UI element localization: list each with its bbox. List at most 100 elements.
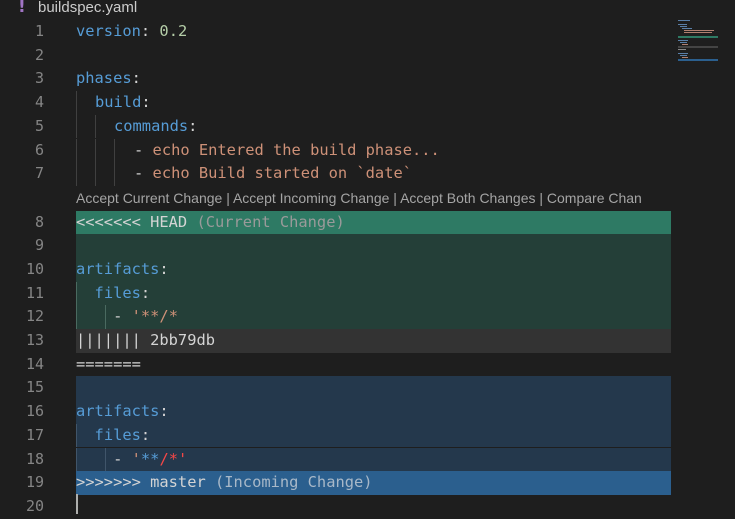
indent-guide <box>76 281 77 306</box>
line-number: 17 <box>25 425 44 444</box>
merge-conflict-codelens: Accept Current Change | Accept Incoming … <box>76 187 676 209</box>
conflict-current-body: files: <box>76 281 671 306</box>
code-line-18[interactable]: 18 - '**/*' <box>0 447 680 472</box>
code-line-12[interactable]: 12 - '**/* <box>0 305 680 329</box>
line-number: 7 <box>34 164 44 183</box>
indent-guide <box>76 305 77 329</box>
indent-guide <box>95 162 96 186</box>
compare-changes-link[interactable]: Compare Chan <box>547 190 642 206</box>
conflict-incoming-body: - '**/*' <box>76 447 671 472</box>
list-dash: - <box>113 449 132 468</box>
exclamation-icon: ! <box>18 0 26 17</box>
yaml-key: files <box>94 425 141 444</box>
conflict-marker: <<<<<<< HEAD <box>76 212 188 231</box>
code-line-9[interactable]: 9 <box>0 234 680 258</box>
yaml-key: build <box>95 93 142 112</box>
code-line-15[interactable]: 15 <box>0 376 680 401</box>
conflict-incoming-header: >>>>>>> master (Incoming Change) <box>76 471 671 495</box>
line-number: 12 <box>25 307 44 326</box>
line-number: 4 <box>34 93 44 112</box>
colon: : <box>159 259 169 278</box>
list-dash: - <box>134 140 153 159</box>
colon: : <box>140 425 151 444</box>
code-line-11[interactable]: 11 files: <box>0 281 680 306</box>
code-line-17[interactable]: 17 files: <box>0 423 680 448</box>
indent-guide <box>76 91 77 115</box>
line-number: 6 <box>34 140 44 159</box>
indent-guide <box>76 114 77 139</box>
yaml-string-rest: /*' <box>159 449 188 468</box>
conflict-incoming-body: files: <box>76 423 671 448</box>
colon: : <box>140 22 160 40</box>
line-number: 2 <box>34 45 44 64</box>
yaml-string: echo Entered the build phase... <box>152 140 440 159</box>
line-number: 8 <box>34 212 44 231</box>
line-number: 3 <box>34 69 44 88</box>
conflict-incoming-body <box>76 376 671 401</box>
colon: : <box>188 116 198 135</box>
code-line-2[interactable]: 2 <box>0 44 680 68</box>
indent-guide <box>76 162 77 186</box>
line-number: 13 <box>25 331 44 349</box>
editor-tab[interactable]: ! buildspec.yaml <box>0 0 735 18</box>
yaml-key: artifacts <box>76 259 160 278</box>
line-number: 14 <box>25 354 44 373</box>
conflict-separator: ======= <box>76 353 671 377</box>
code-line-7[interactable]: 7 - echo Build started on `date` <box>0 162 680 186</box>
colon: : <box>131 69 141 88</box>
line-number: 20 <box>25 496 44 515</box>
accept-both-changes-link[interactable]: Accept Both Changes <box>400 190 535 206</box>
code-line-6[interactable]: 6 - echo Entered the build phase... <box>0 138 680 163</box>
line-number: 5 <box>34 116 44 135</box>
accept-incoming-change-link[interactable]: Accept Incoming Change <box>233 190 389 206</box>
list-dash: - <box>113 307 132 326</box>
accept-current-change-link[interactable]: Accept Current Change <box>76 190 222 206</box>
yaml-string-stars: ** <box>140 449 160 468</box>
code-line-5[interactable]: 5 commands: <box>0 114 680 139</box>
indent-guide <box>105 447 106 472</box>
line-number: 11 <box>25 283 44 302</box>
indent-guide <box>76 138 77 163</box>
codelens-separator: | <box>389 190 401 206</box>
line-number: 1 <box>34 22 44 40</box>
text-cursor <box>76 494 78 514</box>
conflict-label: (Incoming Change) <box>205 473 373 492</box>
conflict-label: (Current Change) <box>187 212 345 231</box>
indent-guide <box>114 162 115 186</box>
code-line-10[interactable]: 10 artifacts: <box>0 257 680 282</box>
conflict-current-body: - '**/* <box>76 305 671 329</box>
line-number: 9 <box>34 236 44 255</box>
line-number: 15 <box>25 378 44 397</box>
line-number: 10 <box>25 259 44 278</box>
conflict-marker: ======= <box>76 354 141 373</box>
yaml-key: artifacts <box>76 402 160 421</box>
yaml-string: ' <box>131 449 141 468</box>
conflict-current-header: <<<<<<< HEAD (Current Change) <box>76 210 671 235</box>
indent-guide <box>76 423 77 448</box>
line-number: 19 <box>25 473 44 492</box>
yaml-key: commands <box>114 116 189 135</box>
code-line-4[interactable]: 4 build: <box>0 91 680 115</box>
code-line-20[interactable]: 20 <box>0 495 680 519</box>
code-line-14[interactable]: 14 ======= <box>0 353 680 377</box>
indent-guide <box>105 305 106 329</box>
colon: : <box>141 93 151 112</box>
code-line-8[interactable]: 8 <<<<<<< HEAD (Current Change) <box>0 210 680 235</box>
indent-guide <box>76 447 77 472</box>
code-line-16[interactable]: 16 artifacts: <box>0 400 680 424</box>
indent-guide <box>114 138 115 163</box>
yaml-key: phases <box>76 69 132 88</box>
yaml-string: echo Build started on `date` <box>152 164 412 183</box>
code-line-19[interactable]: 19 >>>>>>> master (Incoming Change) <box>0 471 680 495</box>
tab-filename: buildspec.yaml <box>38 0 138 16</box>
code-line-1[interactable]: 1 version: 0.2 <box>0 20 680 44</box>
minimap[interactable] <box>676 18 734 68</box>
conflict-current-body <box>76 234 671 258</box>
line-number: 16 <box>25 402 44 421</box>
yaml-key: version <box>76 22 141 40</box>
colon: : <box>140 283 151 302</box>
indent-guide <box>95 114 96 139</box>
code-line-3[interactable]: 3 phases: <box>0 67 680 91</box>
codelens-separator: | <box>222 190 233 206</box>
code-line-13[interactable]: 13 ||||||| 2bb79db <box>0 329 680 353</box>
